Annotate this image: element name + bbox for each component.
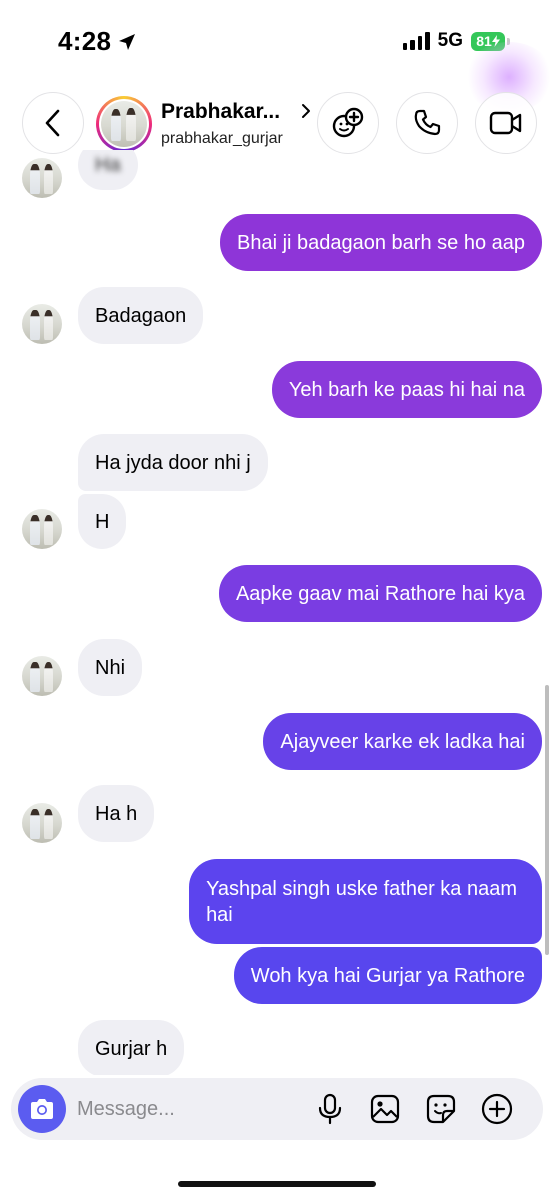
contact-avatar[interactable] bbox=[96, 96, 152, 152]
avatar-photo bbox=[101, 101, 147, 147]
video-call-button[interactable] bbox=[475, 92, 537, 154]
sender-avatar bbox=[22, 304, 62, 344]
message-bubble-outgoing[interactable]: Aapke gaav mai Rathore hai kya bbox=[218, 565, 542, 622]
phone-icon bbox=[414, 109, 441, 136]
home-indicator[interactable] bbox=[178, 1181, 376, 1187]
time-group: 4:28 bbox=[58, 26, 137, 57]
voice-message-button[interactable] bbox=[313, 1092, 347, 1126]
message-bubble-incoming[interactable]: Ha bbox=[78, 150, 138, 190]
message-text: Ha jyda door nhi j bbox=[95, 451, 251, 474]
message-bubble-outgoing[interactable]: Woh kya hai Gurjar ya Rathore bbox=[233, 947, 542, 1004]
add-icon bbox=[481, 1093, 513, 1125]
video-camera-icon bbox=[489, 111, 522, 135]
message-text-line: hai bbox=[206, 903, 233, 926]
message-composer bbox=[11, 1078, 543, 1140]
message-bubble-incoming[interactable]: H bbox=[78, 494, 127, 549]
message-bubble-incoming[interactable]: Ha h bbox=[78, 785, 155, 842]
message-text: H bbox=[95, 510, 110, 533]
message-text: Ajayveer karke ek ladka hai bbox=[280, 730, 525, 753]
audio-call-button[interactable] bbox=[396, 92, 458, 154]
message-text: Badagaon bbox=[95, 304, 187, 327]
chevron-right-icon[interactable] bbox=[300, 102, 312, 120]
sticker-button[interactable] bbox=[424, 1092, 458, 1126]
microphone-icon bbox=[318, 1093, 342, 1125]
message-text: Yeh barh ke paas hi hai na bbox=[288, 378, 525, 401]
message-bubble-outgoing[interactable]: Yeh barh ke paas hi hai na bbox=[271, 361, 542, 418]
message-bubble-outgoing[interactable]: Ajayveer karke ek ladka hai bbox=[263, 713, 542, 770]
sender-avatar bbox=[22, 509, 62, 549]
sender-avatar bbox=[22, 803, 62, 843]
cellular-signal-icon bbox=[402, 32, 430, 50]
message-text: Ha bbox=[95, 154, 121, 176]
camera-icon bbox=[31, 1099, 53, 1119]
message-bubble-outgoing[interactable]: Yashpal singh uske father ka naam hai bbox=[189, 859, 542, 944]
message-bubble-incoming[interactable]: Nhi bbox=[78, 639, 143, 696]
message-text: Ha h bbox=[95, 802, 138, 825]
message-text: Bhai ji badagaon barh se ho aap bbox=[236, 231, 525, 254]
contact-username[interactable]: prabhakar_gurjar bbox=[161, 130, 283, 148]
gallery-button[interactable] bbox=[368, 1092, 402, 1126]
message-list[interactable]: Ha Bhai ji badagaon barh se ho aap Badag… bbox=[0, 150, 554, 1075]
chat-header: Prabhakar... prabhakar_gurjar bbox=[0, 88, 554, 158]
add-people-icon bbox=[332, 107, 364, 138]
message-text-line: Yashpal singh uske father ka naam bbox=[206, 877, 517, 900]
status-time: 4:28 bbox=[58, 26, 112, 56]
scroll-indicator[interactable] bbox=[545, 685, 549, 955]
contact-name[interactable]: Prabhakar... bbox=[161, 100, 280, 124]
message-bubble-incoming[interactable]: Ha jyda door nhi j bbox=[78, 434, 268, 491]
network-type: 5G bbox=[437, 30, 463, 51]
camera-button[interactable] bbox=[18, 1085, 66, 1133]
sticker-icon bbox=[426, 1094, 456, 1124]
gallery-icon bbox=[370, 1094, 400, 1124]
back-button[interactable] bbox=[22, 92, 84, 154]
sender-avatar bbox=[22, 656, 62, 696]
add-people-button[interactable] bbox=[317, 92, 379, 154]
location-arrow-icon bbox=[119, 33, 136, 50]
message-bubble-incoming[interactable]: Gurjar h bbox=[78, 1020, 185, 1075]
chevron-left-icon bbox=[45, 109, 60, 137]
message-bubble-incoming[interactable]: Badagaon bbox=[78, 287, 204, 344]
message-bubble-outgoing[interactable]: Bhai ji badagaon barh se ho aap bbox=[219, 214, 542, 271]
message-input[interactable] bbox=[77, 1078, 277, 1140]
message-text: Woh kya hai Gurjar ya Rathore bbox=[250, 964, 525, 987]
message-text: Aapke gaav mai Rathore hai kya bbox=[235, 582, 525, 605]
add-attachment-button[interactable] bbox=[480, 1092, 514, 1126]
message-text: Nhi bbox=[95, 656, 126, 679]
sender-avatar bbox=[22, 158, 62, 198]
message-text: Gurjar h bbox=[95, 1037, 168, 1060]
